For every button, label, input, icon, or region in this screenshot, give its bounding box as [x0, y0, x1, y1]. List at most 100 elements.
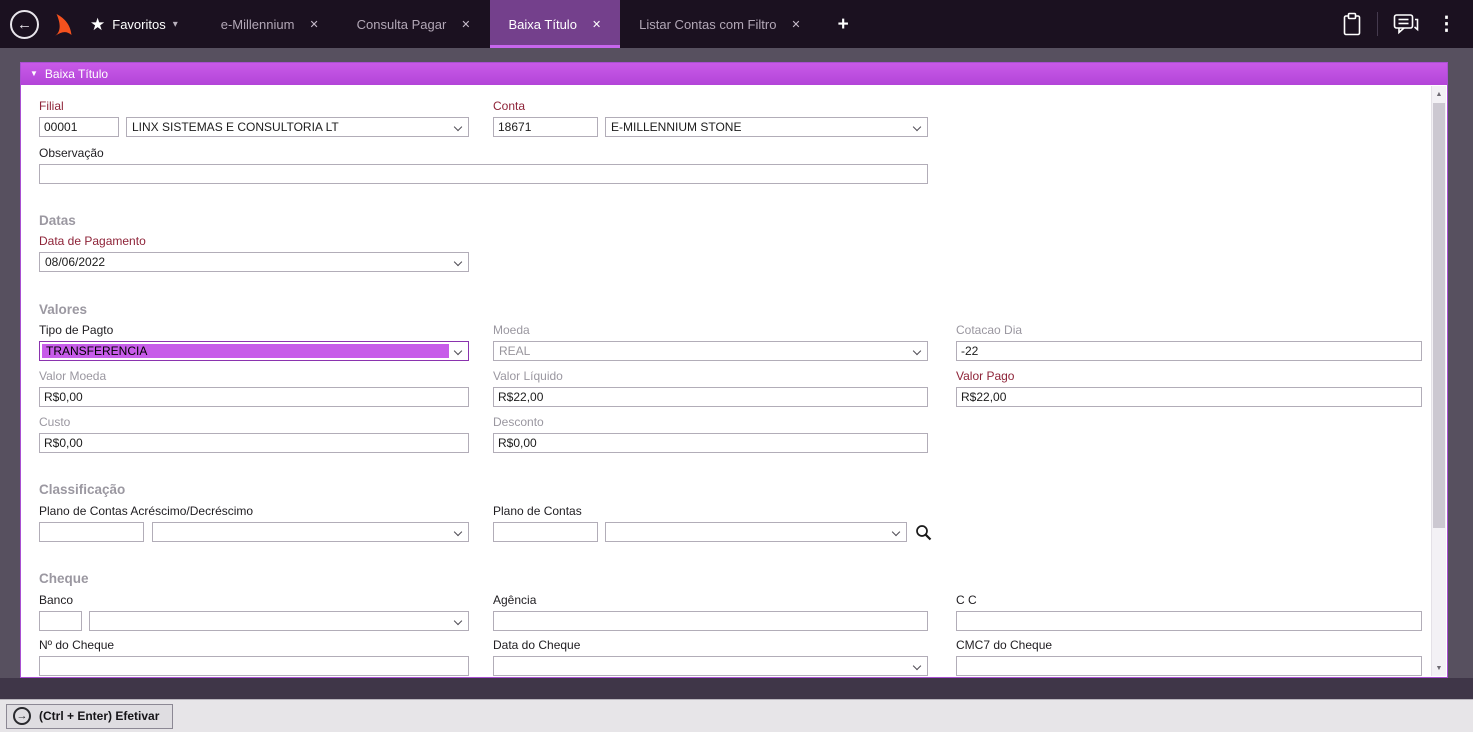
tab-bar: e-Millennium ✕ Consulta Pagar ✕ Baixa Tí… [202, 0, 820, 48]
classificacao-heading: Classificação [39, 482, 126, 497]
cheque-heading: Cheque [39, 571, 89, 586]
valor-moeda-input[interactable] [39, 387, 469, 407]
num-cheque-input[interactable] [39, 656, 469, 676]
data-cheque-select[interactable] [493, 656, 928, 676]
valor-liquido-label: Valor Líquido [493, 369, 563, 383]
valor-liquido-input[interactable] [493, 387, 928, 407]
plano-acrescimo-select[interactable] [152, 522, 469, 542]
chevron-down-icon [912, 661, 922, 671]
banco-label: Banco [39, 593, 74, 607]
cmc7-label: CMC7 do Cheque [956, 638, 1053, 652]
efetivar-button[interactable]: → (Ctrl + Enter) Efetivar [6, 703, 174, 729]
chevron-down-icon [891, 527, 901, 537]
efetivar-label: (Ctrl + Enter) Efetivar [39, 709, 160, 723]
datas-heading: Datas [39, 213, 76, 228]
filial-select[interactable]: LINX SISTEMAS E CONSULTORIA LT [126, 117, 469, 137]
desconto-input[interactable] [493, 433, 928, 453]
favorites-label: Favoritos [112, 16, 166, 32]
valor-pago-label: Valor Pago [956, 369, 1015, 383]
clipboard-icon[interactable] [1342, 12, 1362, 37]
valor-moeda-label: Valor Moeda [39, 369, 107, 383]
plano-acrescimo-code-input[interactable] [39, 522, 144, 542]
close-tab-icon[interactable]: ✕ [791, 18, 800, 31]
caret-down-icon: ▾ [172, 18, 178, 30]
vertical-scrollbar[interactable]: ▲ ▼ [1431, 86, 1446, 676]
close-tab-icon[interactable]: ✕ [592, 18, 601, 31]
panel-title: Baixa Título [44, 67, 109, 81]
agencia-input[interactable] [493, 611, 928, 631]
close-tab-icon[interactable]: ✕ [309, 18, 318, 31]
data-cheque-value [499, 657, 908, 675]
data-cheque-label: Data do Cheque [493, 638, 581, 652]
banco-select[interactable] [89, 611, 469, 631]
close-tab-icon[interactable]: ✕ [461, 18, 470, 31]
moeda-select[interactable]: REAL [493, 341, 928, 361]
tab-e-millennium[interactable]: e-Millennium ✕ [202, 0, 338, 48]
moeda-label: Moeda [493, 323, 530, 337]
panel-header[interactable]: ▼ Baixa Título [21, 63, 1447, 85]
collapse-caret-icon: ▼ [30, 69, 38, 78]
valor-pago-input[interactable] [956, 387, 1422, 407]
cotacao-dia-label: Cotacao Dia [956, 323, 1023, 337]
chevron-down-icon [453, 257, 463, 267]
chevron-down-icon [912, 346, 922, 356]
filial-label: Filial [39, 99, 64, 113]
plano-contas-value [611, 523, 887, 541]
filial-code-input[interactable] [39, 117, 119, 137]
filial-select-value: LINX SISTEMAS E CONSULTORIA LT [132, 120, 339, 134]
scroll-up-icon[interactable]: ▲ [1432, 86, 1446, 102]
back-arrow-icon: ← [17, 15, 32, 33]
tab-consulta-pagar[interactable]: Consulta Pagar ✕ [338, 0, 490, 48]
arrow-right-circle-icon: → [13, 707, 31, 725]
plano-acrescimo-label: Plano de Contas Acréscimo/Decréscimo [39, 504, 254, 518]
tipo-pagto-value: TRANSFERENCIA [42, 344, 449, 358]
chevron-down-icon [453, 122, 463, 132]
linx-logo-icon [52, 11, 74, 38]
plano-contas-code-input[interactable] [493, 522, 598, 542]
valores-heading: Valores [39, 302, 88, 317]
tab-label: Listar Contas com Filtro [639, 16, 777, 32]
search-icon[interactable] [915, 524, 932, 541]
data-pagamento-value: 08/06/2022 [45, 255, 106, 269]
cmc7-input[interactable] [956, 656, 1422, 676]
tab-label: Baixa Título [508, 16, 577, 32]
cc-label: C C [956, 593, 977, 607]
conta-label: Conta [493, 99, 526, 113]
more-menu-icon[interactable]: ⋮ [1434, 13, 1459, 36]
banco-code-input[interactable] [39, 611, 82, 631]
arrow-glyph: → [16, 709, 28, 722]
favorites-menu[interactable]: ★ Favoritos ▾ [90, 16, 178, 33]
app-window: ← ★ Favoritos ▾ e-Millennium ✕ Consulta … [0, 0, 1473, 732]
plano-contas-select[interactable] [605, 522, 907, 542]
ellipsis-glyph: ⋮ [1437, 13, 1456, 35]
custo-label: Custo [39, 415, 71, 429]
moeda-value: REAL [499, 344, 531, 358]
chevron-down-icon [453, 616, 463, 626]
conta-select[interactable]: E-MILLENNIUM STONE [605, 117, 928, 137]
custo-input[interactable] [39, 433, 469, 453]
top-bar: ← ★ Favoritos ▾ e-Millennium ✕ Consulta … [0, 0, 1473, 48]
cotacao-dia-input[interactable] [956, 341, 1422, 361]
star-icon: ★ [90, 14, 106, 34]
tab-listar-contas-com-filtro[interactable]: Listar Contas com Filtro ✕ [620, 0, 819, 48]
chat-icon[interactable] [1393, 13, 1419, 35]
scrollbar-thumb[interactable] [1433, 103, 1445, 528]
topbar-actions: ⋮ [1342, 12, 1459, 37]
tab-label: e-Millennium [220, 16, 295, 32]
status-bar: → (Ctrl + Enter) Efetivar [0, 699, 1473, 732]
tab-label: Consulta Pagar [356, 16, 447, 32]
cc-input[interactable] [956, 611, 1422, 631]
divider [1377, 12, 1378, 36]
conta-code-input[interactable] [493, 117, 598, 137]
scroll-down-icon[interactable]: ▼ [1432, 660, 1446, 676]
tipo-pagto-select[interactable]: TRANSFERENCIA [39, 341, 469, 361]
form-area: Filial LINX SISTEMAS E CONSULTORIA LT Co… [22, 86, 1431, 676]
tab-baixa-titulo[interactable]: Baixa Título ✕ [489, 0, 621, 48]
conta-select-value: E-MILLENNIUM STONE [611, 120, 742, 134]
chevron-down-icon [912, 122, 922, 132]
plus-icon: + [837, 13, 849, 35]
data-pagamento-select[interactable]: 08/06/2022 [39, 252, 469, 272]
new-tab-button[interactable]: + [838, 15, 849, 34]
back-button[interactable]: ← [10, 9, 39, 39]
observacao-input[interactable] [39, 164, 928, 184]
